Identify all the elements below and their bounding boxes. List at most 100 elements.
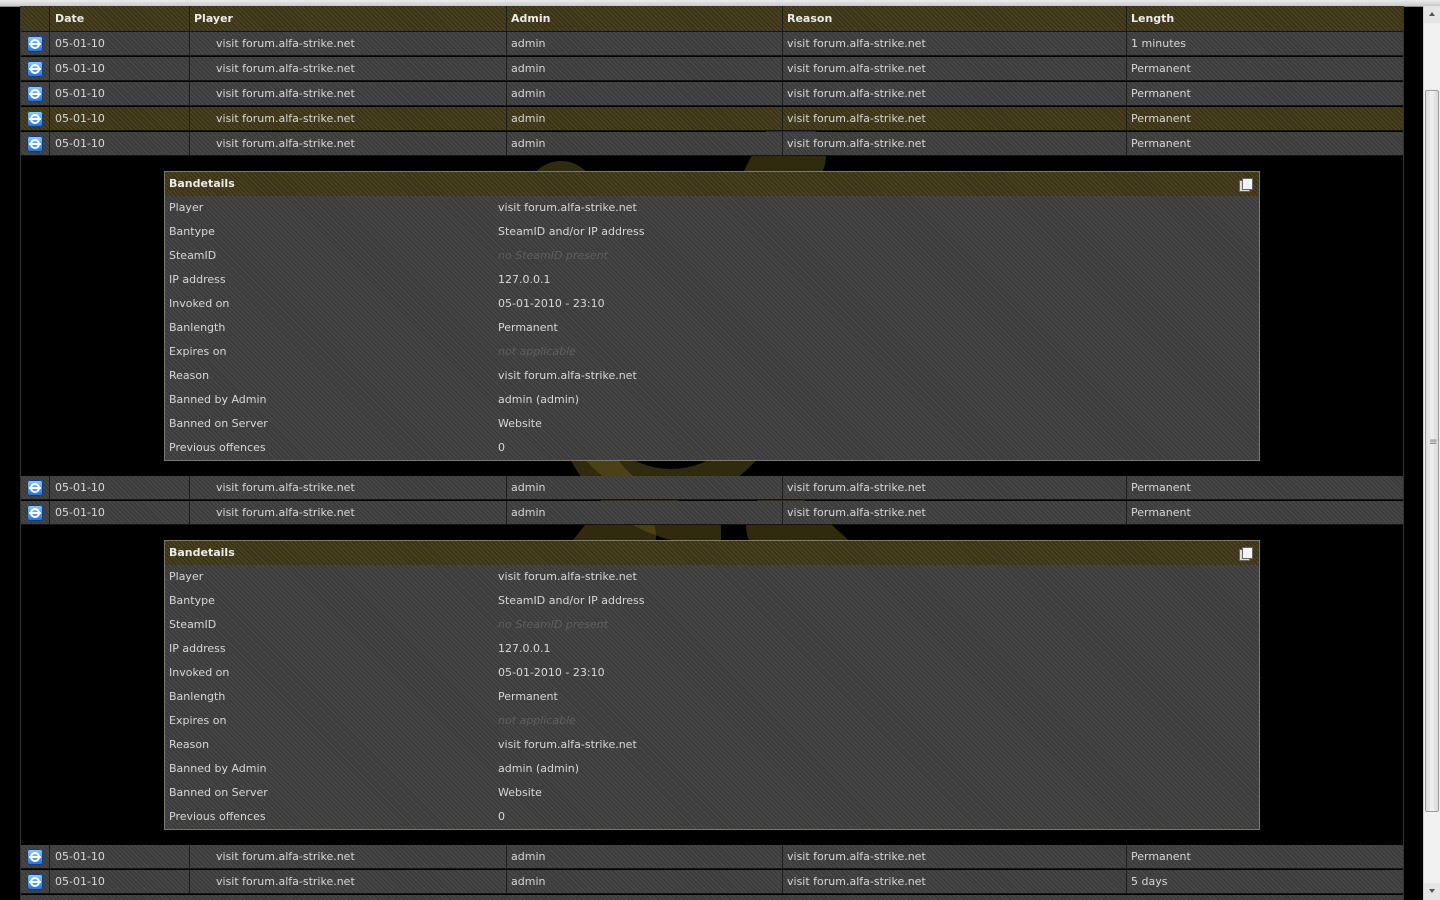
- row-player: visit forum.alfa-strike.net: [189, 82, 506, 105]
- row-admin: admin: [506, 32, 782, 55]
- row-reason: visit forum.alfa-strike.net: [782, 501, 1126, 524]
- row-reason: visit forum.alfa-strike.net: [782, 476, 1126, 499]
- detail-row-ip-address: IP address 127.0.0.1: [169, 642, 551, 655]
- internet-explorer-icon: [27, 874, 43, 890]
- detail-row-banned-on-server: Banned on Server Website: [169, 786, 542, 799]
- ban-details-panel: Bandetails Player visit forum.alfa-strike…: [164, 171, 1260, 461]
- internet-explorer-icon: [27, 505, 43, 521]
- detail-row-banned-on-server: Banned on Server Website: [169, 417, 542, 430]
- row-reason: visit forum.alfa-strike.net: [782, 57, 1126, 80]
- row-player: visit forum.alfa-strike.net: [189, 107, 506, 130]
- row-length: Permanent: [1126, 845, 1403, 868]
- row-admin: admin: [506, 82, 782, 105]
- detail-row-bantype: Bantype SteamID and/or IP address: [169, 594, 645, 607]
- detail-row-player: Player visit forum.alfa-strike.net: [169, 201, 637, 214]
- row-date: 05-01-10: [49, 57, 189, 80]
- ban-details-panel: Bandetails Player visit forum.alfa-strike…: [164, 540, 1260, 830]
- detail-row-banned-by-admin: Banned by Admin admin (admin): [169, 762, 580, 775]
- header-reason[interactable]: Reason: [782, 6, 1126, 31]
- header-admin[interactable]: Admin: [506, 6, 782, 31]
- row-date: 05-01-10: [49, 501, 189, 524]
- detail-row-banlength: Banlength Permanent: [169, 690, 558, 703]
- ban-details-header: Bandetails: [165, 172, 1259, 196]
- row-date: 05-01-10: [49, 870, 189, 893]
- detail-row-expires-on: Expires on not applicable: [169, 345, 576, 358]
- table-row[interactable]: 05-01-10 visit forum.alfa-strike.net adm…: [21, 501, 1403, 525]
- header-icon-column: [21, 6, 49, 31]
- detail-row-reason: Reason visit forum.alfa-strike.net: [169, 738, 637, 751]
- row-admin: admin: [506, 845, 782, 868]
- table-row-highlighted[interactable]: 05-01-10 visit forum.alfa-strike.net adm…: [21, 107, 1403, 131]
- ban-details-header: Bandetails: [165, 541, 1259, 565]
- row-date: 05-01-10: [49, 845, 189, 868]
- detail-row-expires-on: Expires on not applicable: [169, 714, 576, 727]
- row-admin: admin: [506, 132, 782, 155]
- row-reason: visit forum.alfa-strike.net: [782, 132, 1126, 155]
- bans-page: Date Player Admin Reason Length 05-01-10…: [20, 6, 1404, 900]
- table-header: Date Player Admin Reason Length: [21, 6, 1403, 32]
- row-reason: visit forum.alfa-strike.net: [782, 870, 1126, 893]
- detail-row-bantype: Bantype SteamID and/or IP address: [169, 225, 645, 238]
- ban-details-title: Bandetails: [169, 177, 235, 190]
- internet-explorer-icon: [27, 849, 43, 865]
- row-player: visit forum.alfa-strike.net: [189, 132, 506, 155]
- detail-row-previous-offences: Previous offences 0: [169, 810, 505, 823]
- copy-icon[interactable]: [1239, 547, 1253, 561]
- detail-row-steamid: SteamID no SteamID present: [169, 249, 608, 262]
- table-row[interactable]: 05-01-10 visit forum.alfa-strike.net adm…: [21, 845, 1403, 869]
- internet-explorer-icon: [27, 111, 43, 127]
- table-row[interactable]: 05-01-10 visit forum.alfa-strike.net adm…: [21, 870, 1403, 894]
- row-player: visit forum.alfa-strike.net: [189, 32, 506, 55]
- ban-details-title: Bandetails: [169, 546, 235, 559]
- detail-row-invoked-on: Invoked on 05-01-2010 - 23:10: [169, 297, 605, 310]
- header-player[interactable]: Player: [189, 6, 506, 31]
- table-row-partial[interactable]: [21, 895, 1403, 900]
- internet-explorer-icon: [27, 61, 43, 77]
- scroll-down-button[interactable]: [1424, 883, 1440, 900]
- row-reason: visit forum.alfa-strike.net: [782, 845, 1126, 868]
- row-player: visit forum.alfa-strike.net: [189, 57, 506, 80]
- row-admin: admin: [506, 476, 782, 499]
- scroll-up-button[interactable]: [1424, 6, 1440, 23]
- table-row[interactable]: 05-01-10 visit forum.alfa-strike.net adm…: [21, 476, 1403, 500]
- row-date: 05-01-10: [49, 132, 189, 155]
- detail-row-reason: Reason visit forum.alfa-strike.net: [169, 369, 637, 382]
- row-date: 05-01-10: [49, 476, 189, 499]
- row-admin: admin: [506, 57, 782, 80]
- row-player: visit forum.alfa-strike.net: [189, 845, 506, 868]
- detail-row-banned-by-admin: Banned by Admin admin (admin): [169, 393, 580, 406]
- row-length: Permanent: [1126, 107, 1403, 130]
- scrollbar-thumb[interactable]: [1425, 90, 1439, 812]
- row-admin: admin: [506, 501, 782, 524]
- header-length[interactable]: Length: [1126, 6, 1403, 31]
- vertical-scrollbar[interactable]: [1423, 6, 1440, 900]
- internet-explorer-icon: [27, 36, 43, 52]
- copy-icon[interactable]: [1239, 178, 1253, 192]
- row-date: 05-01-10: [49, 107, 189, 130]
- table-row[interactable]: 05-01-10 visit forum.alfa-strike.net adm…: [21, 32, 1403, 56]
- row-admin: admin: [506, 870, 782, 893]
- detail-row-steamid: SteamID no SteamID present: [169, 618, 608, 631]
- header-date[interactable]: Date: [49, 6, 189, 31]
- row-date: 05-01-10: [49, 82, 189, 105]
- table-row[interactable]: 05-01-10 visit forum.alfa-strike.net adm…: [21, 82, 1403, 106]
- table-row[interactable]: 05-01-10 visit forum.alfa-strike.net adm…: [21, 57, 1403, 81]
- table-row[interactable]: 05-01-10 visit forum.alfa-strike.net adm…: [21, 132, 1403, 156]
- detail-row-player: Player visit forum.alfa-strike.net: [169, 570, 637, 583]
- detail-row-invoked-on: Invoked on 05-01-2010 - 23:10: [169, 666, 605, 679]
- row-length: Permanent: [1126, 501, 1403, 524]
- row-length: Permanent: [1126, 82, 1403, 105]
- detail-row-previous-offences: Previous offences 0: [169, 441, 505, 454]
- row-player: visit forum.alfa-strike.net: [189, 476, 506, 499]
- row-length: Permanent: [1126, 57, 1403, 80]
- row-length: 1 minutes: [1126, 32, 1403, 55]
- row-player: visit forum.alfa-strike.net: [189, 501, 506, 524]
- internet-explorer-icon: [27, 86, 43, 102]
- detail-row-banlength: Banlength Permanent: [169, 321, 558, 334]
- row-length: 5 days: [1126, 870, 1403, 893]
- row-date: 05-01-10: [49, 32, 189, 55]
- detail-row-ip-address: IP address 127.0.0.1: [169, 273, 551, 286]
- row-length: Permanent: [1126, 132, 1403, 155]
- row-player: visit forum.alfa-strike.net: [189, 870, 506, 893]
- internet-explorer-icon: [27, 480, 43, 496]
